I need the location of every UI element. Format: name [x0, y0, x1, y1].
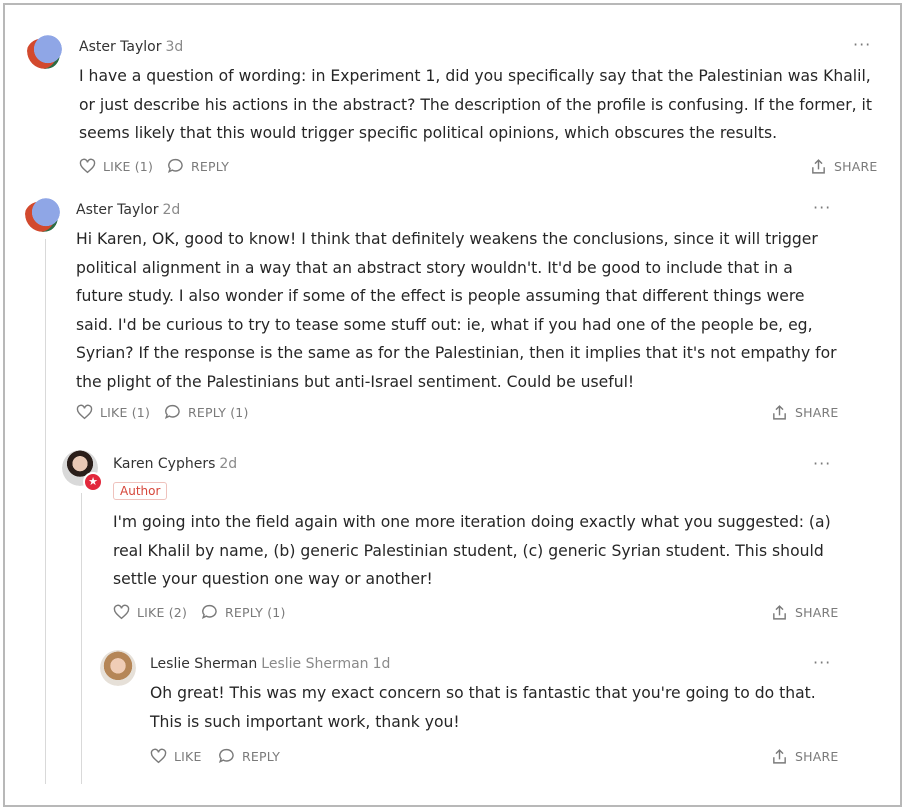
avatar[interactable] [100, 650, 136, 686]
comment: Leslie Sherman Leslie Sherman 1d ··· Oh gr… [5, 5, 900, 785]
comments-panel: Aster Taylor 3d ··· I have a question of … [3, 3, 902, 807]
reply-label: REPLY [242, 748, 281, 764]
share-button[interactable]: SHARE [771, 748, 838, 765]
heart-icon [150, 748, 167, 764]
share-label: SHARE [795, 749, 839, 764]
comment-text: Oh great! This was my exact concern so t… [150, 684, 816, 731]
timestamp[interactable]: 1d [373, 656, 391, 672]
more-icon[interactable]: ··· [813, 653, 831, 672]
share-icon [773, 749, 786, 764]
author-name[interactable]: Leslie Sherman [150, 656, 257, 672]
like-label: LIKE [174, 748, 202, 764]
reply-button[interactable]: REPLY [218, 748, 280, 764]
like-button[interactable]: LIKE [150, 748, 202, 764]
author-handle[interactable]: Leslie Sherman [261, 656, 368, 672]
speech-bubble-icon [218, 748, 234, 764]
